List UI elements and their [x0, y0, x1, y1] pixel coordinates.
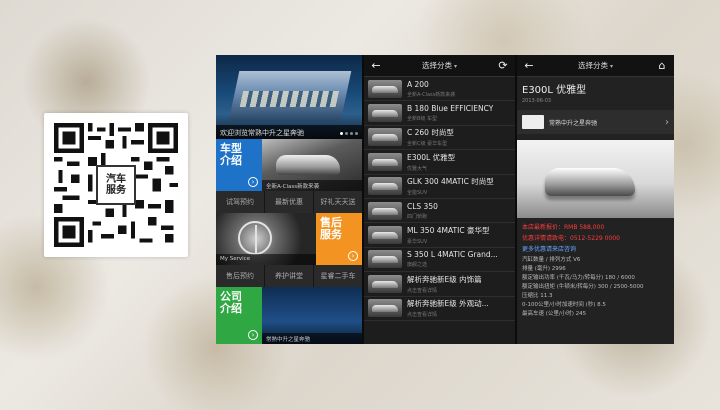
dealer-logo	[522, 115, 544, 129]
list-item[interactable]: B 180 Blue EFFICIENCY 全新B级 车型	[364, 101, 515, 126]
tile-car-models[interactable]: 车型 介绍 ›	[216, 139, 262, 191]
item-title: C 260 时尚型	[407, 128, 454, 138]
tile-company[interactable]: 公司 介绍 ›	[216, 287, 262, 344]
list-item[interactable]: ML 350 4MATIC 豪华型 豪华SUV	[364, 223, 515, 248]
list-item[interactable]: CLS 350 四门轿跑	[364, 199, 515, 224]
app-screenshots: 欢迎浏览常熟中升之星奔驰 车型 介绍 › 全新A-Class新款来袭 试驾预约 最…	[216, 55, 674, 344]
top-bar: ← 选择分类 ⌂	[517, 55, 674, 77]
car-models-image[interactable]: 全新A-Class新款来袭	[262, 139, 362, 191]
dealer-row[interactable]: 常熟中升之星奔驰 ›	[517, 110, 674, 134]
item-subtitle: 旗舰之选	[407, 262, 428, 269]
item-subtitle: 点击查看详情	[407, 287, 438, 294]
car-thumbnail	[368, 226, 402, 245]
tile-after-sales[interactable]: 售后 服务 ›	[316, 213, 362, 265]
car-thumbnail	[368, 201, 402, 220]
qr-code-card: 汽车 服务	[44, 113, 188, 257]
phone-car-list-screen: ← 选择分类 ⟳ A 200 全新A-Class新款来袭 B 180 Blue EF…	[362, 55, 515, 344]
phone-car-detail-screen: ← 选择分类 ⌂ E300L 优雅型 2013-06-03 常熟中升之星奔驰 ›…	[515, 55, 674, 344]
menu-gifts[interactable]: 好礼天天送	[314, 191, 362, 213]
mercedes-logo-icon	[238, 221, 272, 255]
item-title: GLK 300 4MATIC 时尚型	[407, 177, 494, 187]
car-thumbnail	[368, 177, 402, 196]
item-title: B 180 Blue EFFICIENCY	[407, 104, 494, 114]
list-item[interactable]: C 260 时尚型 全新C级 豪华车型	[364, 126, 515, 151]
item-subtitle: 全新A-Class新款来袭	[407, 91, 456, 98]
car-models-caption: 全新A-Class新款来袭	[262, 180, 362, 191]
car-thumbnail	[368, 274, 402, 293]
company-caption: 常熟中升之星奔驰	[262, 333, 362, 344]
category-selector[interactable]: 选择分类	[422, 60, 457, 71]
spec-row: 额定输出功率 (千瓦/马力/转每分) 180 / 6000	[522, 275, 635, 281]
item-subtitle: 全新C级 豪华车型	[407, 141, 448, 148]
car-thumbnail	[368, 128, 402, 147]
qr-center-label: 汽车 服务	[96, 165, 136, 205]
item-title: CLS 350	[407, 201, 438, 211]
home-icon[interactable]: ⌂	[655, 59, 669, 72]
arrow-right-icon: ›	[248, 330, 258, 340]
menu-service-booking[interactable]: 售后预约	[216, 265, 265, 287]
dealer-name: 常熟中升之星奔驰	[549, 119, 598, 127]
back-arrow-icon[interactable]: ←	[369, 59, 383, 72]
chevron-right-icon: ›	[665, 116, 669, 128]
menu-maintenance[interactable]: 养护讲堂	[265, 265, 314, 287]
after-sales-caption: My Service	[216, 254, 316, 265]
menu-offers[interactable]: 最新优惠	[265, 191, 314, 213]
item-title: E300L 优雅型	[407, 152, 456, 162]
item-subtitle: 四门轿跑	[407, 213, 428, 220]
publish-date: 2013-06-03	[522, 98, 552, 104]
item-subtitle: 全新B级 车型	[407, 116, 438, 123]
carousel-dots	[340, 132, 358, 135]
price-line: 本店最新报价：RMB 588,000	[522, 224, 605, 231]
spec-list: 汽缸数量 / 排列方式 V6 排量 (毫升) 2996 额定输出功率 (千瓦/马力/…	[522, 256, 669, 319]
dealership-building-image	[228, 71, 352, 121]
spec-row: 额定输出扭矩 (牛顿米/转每分) 300 / 2500-5000	[522, 284, 644, 290]
item-title: A 200	[407, 79, 429, 89]
spec-row: 最高车速 (公里/小时) 245	[522, 311, 587, 317]
spec-row: 汽缸数量 / 排列方式 V6	[522, 257, 581, 263]
arrow-right-icon: ›	[248, 177, 258, 187]
list-item[interactable]: A 200 全新A-Class新款来袭	[364, 77, 515, 102]
list-item[interactable]: S 350 L 4MATIC Grand... 旗舰之选	[364, 248, 515, 273]
item-title: S 350 L 4MATIC Grand...	[407, 250, 498, 260]
spec-row: 排量 (毫升) 2996	[522, 266, 566, 272]
list-item[interactable]: 解析奔驰新E级 内饰篇 点击查看详情	[364, 272, 515, 297]
arrow-right-icon: ›	[348, 251, 358, 261]
refresh-icon[interactable]: ⟳	[496, 59, 510, 72]
menu-row-2: 售后预约 养护讲堂 星睿二手车	[216, 265, 362, 287]
car-thumbnail	[368, 152, 402, 171]
company-image[interactable]: 常熟中升之星奔驰	[262, 287, 362, 344]
item-subtitle: 全能SUV	[407, 190, 428, 197]
car-thumbnail	[368, 79, 402, 98]
back-arrow-icon[interactable]: ←	[522, 59, 536, 72]
more-offers-link[interactable]: 更多优惠请来店咨询	[522, 244, 669, 253]
item-title: 解析奔驰新E级 外观动...	[407, 299, 489, 309]
item-title: ML 350 4MATIC 豪华型	[407, 226, 490, 236]
car-thumbnail	[368, 104, 402, 123]
car-title: E300L 优雅型	[522, 85, 587, 96]
car-thumbnail	[368, 299, 402, 318]
item-title: 解析奔驰新E级 内饰篇	[407, 274, 482, 284]
category-selector[interactable]: 选择分类	[578, 60, 613, 71]
spec-row: 0-100公里/小时加速时间 (秒) 8.5	[522, 302, 606, 308]
item-subtitle: 豪华SUV	[407, 239, 428, 246]
item-subtitle: 点击查看详情	[407, 312, 438, 319]
list-item[interactable]: E300L 优雅型 优雅大气	[364, 150, 515, 175]
hero-banner[interactable]: 欢迎浏览常熟中升之星奔驰	[216, 55, 362, 139]
menu-row-1: 试驾预约 最新优惠 好礼天天送	[216, 191, 362, 213]
menu-test-drive[interactable]: 试驾预约	[216, 191, 265, 213]
car-thumbnail	[368, 250, 402, 269]
phone-line[interactable]: 优惠详情请致电：0512-5229 0000	[522, 233, 669, 242]
menu-used-cars[interactable]: 星睿二手车	[314, 265, 362, 287]
spec-row: 压缩比 11.3	[522, 293, 553, 299]
car-photo	[517, 140, 674, 218]
after-sales-image[interactable]: My Service	[216, 213, 316, 265]
phone-home-screen: 欢迎浏览常熟中升之星奔驰 车型 介绍 › 全新A-Class新款来袭 试驾预约 最…	[216, 55, 362, 344]
list-item[interactable]: GLK 300 4MATIC 时尚型 全能SUV	[364, 175, 515, 199]
top-bar: ← 选择分类 ⟳	[364, 55, 515, 77]
car-list: A 200 全新A-Class新款来袭 B 180 Blue EFFICIENCY 全…	[364, 77, 515, 321]
list-item[interactable]: 解析奔驰新E级 外观动... 点击查看详情	[364, 297, 515, 321]
item-subtitle: 优雅大气	[407, 165, 428, 172]
